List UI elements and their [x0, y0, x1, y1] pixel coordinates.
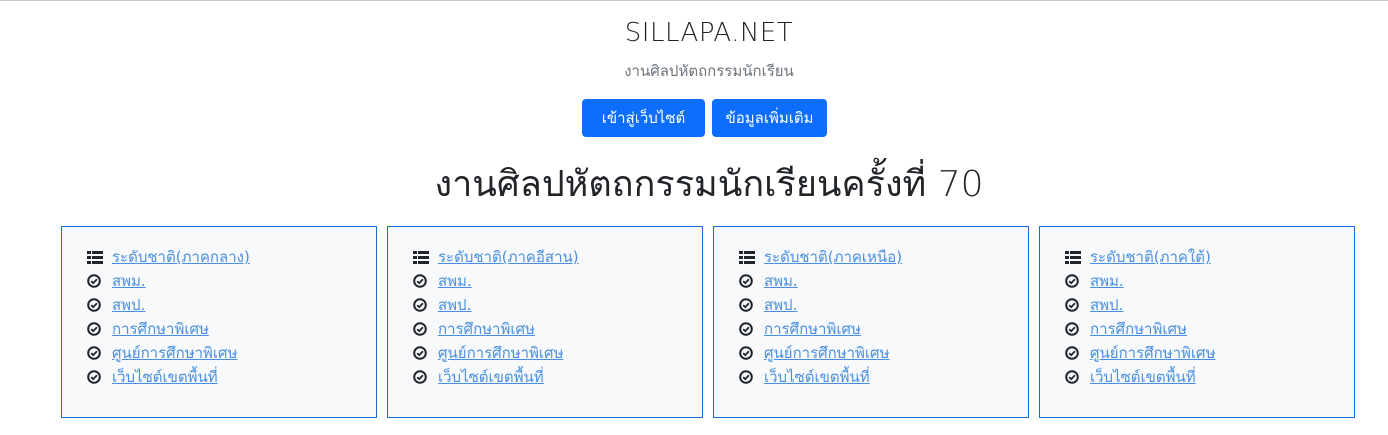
check-circle-icon [739, 368, 757, 386]
check-circle-icon [739, 320, 757, 338]
list-icon [87, 248, 105, 266]
list-item: ศูนย์การศึกษาพิเศษ [413, 341, 579, 365]
link-area-websites[interactable]: เว็บไซต์เขตพื้นที่ [1090, 365, 1196, 389]
list-item: การศึกษาพิเศษ [1065, 317, 1215, 341]
check-circle-icon [413, 368, 431, 386]
check-circle-icon [1065, 272, 1083, 290]
link-primary-office[interactable]: สพป. [112, 293, 145, 317]
list-item: สพม. [739, 269, 902, 293]
list-item: การศึกษาพิเศษ [413, 317, 579, 341]
check-circle-icon [87, 368, 105, 386]
region-card-south: ระดับชาติ(ภาคใต้) สพม. สพป. การศึกษาพิเศ… [1039, 226, 1355, 418]
link-area-websites[interactable]: เว็บไซต์เขตพื้นที่ [764, 365, 870, 389]
list-item: สพป. [1065, 293, 1215, 317]
action-buttons: เข้าสู่เว็บไซต์หลัก ข้อมูลเพิ่มเติม [582, 99, 827, 165]
list-item: เว็บไซต์เขตพื้นที่ [1065, 365, 1215, 389]
region-link-list: ระดับชาติ(ภาคกลาง) สพม. สพป. การศึกษาพิเ… [87, 245, 250, 389]
site-subtitle: งานศิลปหัตถกรรมนักเรียน [624, 62, 794, 80]
link-special-education-center[interactable]: ศูนย์การศึกษาพิเศษ [438, 341, 563, 365]
list-item: เว็บไซต์เขตพื้นที่ [413, 365, 579, 389]
more-info-button[interactable]: ข้อมูลเพิ่มเติม [712, 99, 827, 137]
list-item: การศึกษาพิเศษ [739, 317, 902, 341]
list-item: สพม. [87, 269, 250, 293]
link-area-websites[interactable]: เว็บไซต์เขตพื้นที่ [112, 365, 218, 389]
top-border [0, 0, 1388, 1]
region-link-list: ระดับชาติ(ภาคเหนือ) สพม. สพป. การศึกษาพิ… [739, 245, 902, 389]
link-area-websites[interactable]: เว็บไซต์เขตพื้นที่ [438, 365, 544, 389]
check-circle-icon [1065, 296, 1083, 314]
list-item: สพป. [413, 293, 579, 317]
link-secondary-office[interactable]: สพม. [764, 269, 798, 293]
list-icon [739, 248, 757, 266]
link-primary-office[interactable]: สพป. [1090, 293, 1123, 317]
list-item: สพป. [739, 293, 902, 317]
check-circle-icon [1065, 320, 1083, 338]
check-circle-icon [87, 272, 105, 290]
list-item: ศูนย์การศึกษาพิเศษ [739, 341, 902, 365]
page-heading: งานศิลปหัตถกรรมนักเรียนครั้งที่ 70 [434, 164, 984, 205]
list-item: สพม. [413, 269, 579, 293]
check-circle-icon [87, 296, 105, 314]
check-circle-icon [739, 344, 757, 362]
check-circle-icon [1065, 344, 1083, 362]
list-item: ระดับชาติ(ภาคเหนือ) [739, 245, 902, 269]
link-secondary-office[interactable]: สพม. [112, 269, 146, 293]
list-item: ระดับชาติ(ภาคกลาง) [87, 245, 250, 269]
link-primary-office[interactable]: สพป. [764, 293, 797, 317]
region-link-list: ระดับชาติ(ภาคใต้) สพม. สพป. การศึกษาพิเศ… [1065, 245, 1215, 389]
list-item: เว็บไซต์เขตพื้นที่ [739, 365, 902, 389]
link-special-education-center[interactable]: ศูนย์การศึกษาพิเศษ [112, 341, 237, 365]
check-circle-icon [413, 296, 431, 314]
main-site-button[interactable]: เข้าสู่เว็บไซต์หลัก [582, 99, 705, 165]
check-circle-icon [739, 296, 757, 314]
link-primary-office[interactable]: สพป. [438, 293, 471, 317]
list-item: สพม. [1065, 269, 1215, 293]
check-circle-icon [87, 344, 105, 362]
check-circle-icon [413, 272, 431, 290]
list-item: สพป. [87, 293, 250, 317]
check-circle-icon [413, 344, 431, 362]
check-circle-icon [1065, 368, 1083, 386]
list-item: ศูนย์การศึกษาพิเศษ [1065, 341, 1215, 365]
link-special-education-center[interactable]: ศูนย์การศึกษาพิเศษ [1090, 341, 1215, 365]
list-icon [1065, 248, 1083, 266]
link-special-education-center[interactable]: ศูนย์การศึกษาพิเศษ [764, 341, 889, 365]
list-item: ระดับชาติ(ภาคใต้) [1065, 245, 1215, 269]
check-circle-icon [413, 320, 431, 338]
region-title-link[interactable]: ระดับชาติ(ภาคกลาง) [112, 245, 250, 269]
region-card-north: ระดับชาติ(ภาคเหนือ) สพม. สพป. การศึกษาพิ… [713, 226, 1029, 418]
region-title-link[interactable]: ระดับชาติ(ภาคใต้) [1090, 245, 1211, 269]
list-icon [413, 248, 431, 266]
link-special-education[interactable]: การศึกษาพิเศษ [112, 317, 209, 341]
region-link-list: ระดับชาติ(ภาคอีสาน) สพม. สพป. การศึกษาพิ… [413, 245, 579, 389]
list-item: ศูนย์การศึกษาพิเศษ [87, 341, 250, 365]
list-item: ระดับชาติ(ภาคอีสาน) [413, 245, 579, 269]
link-special-education[interactable]: การศึกษาพิเศษ [764, 317, 861, 341]
link-secondary-office[interactable]: สพม. [438, 269, 472, 293]
region-title-link[interactable]: ระดับชาติ(ภาคอีสาน) [438, 245, 579, 269]
link-special-education[interactable]: การศึกษาพิเศษ [438, 317, 535, 341]
check-circle-icon [87, 320, 105, 338]
list-item: เว็บไซต์เขตพื้นที่ [87, 365, 250, 389]
region-card-northeast: ระดับชาติ(ภาคอีสาน) สพม. สพป. การศึกษาพิ… [387, 226, 703, 418]
region-card-central: ระดับชาติ(ภาคกลาง) สพม. สพป. การศึกษาพิเ… [61, 226, 377, 418]
link-secondary-office[interactable]: สพม. [1090, 269, 1124, 293]
link-special-education[interactable]: การศึกษาพิเศษ [1090, 317, 1187, 341]
check-circle-icon [739, 272, 757, 290]
list-item: การศึกษาพิเศษ [87, 317, 250, 341]
region-title-link[interactable]: ระดับชาติ(ภาคเหนือ) [764, 245, 902, 269]
site-title: SILLAPA.NET [624, 18, 794, 48]
